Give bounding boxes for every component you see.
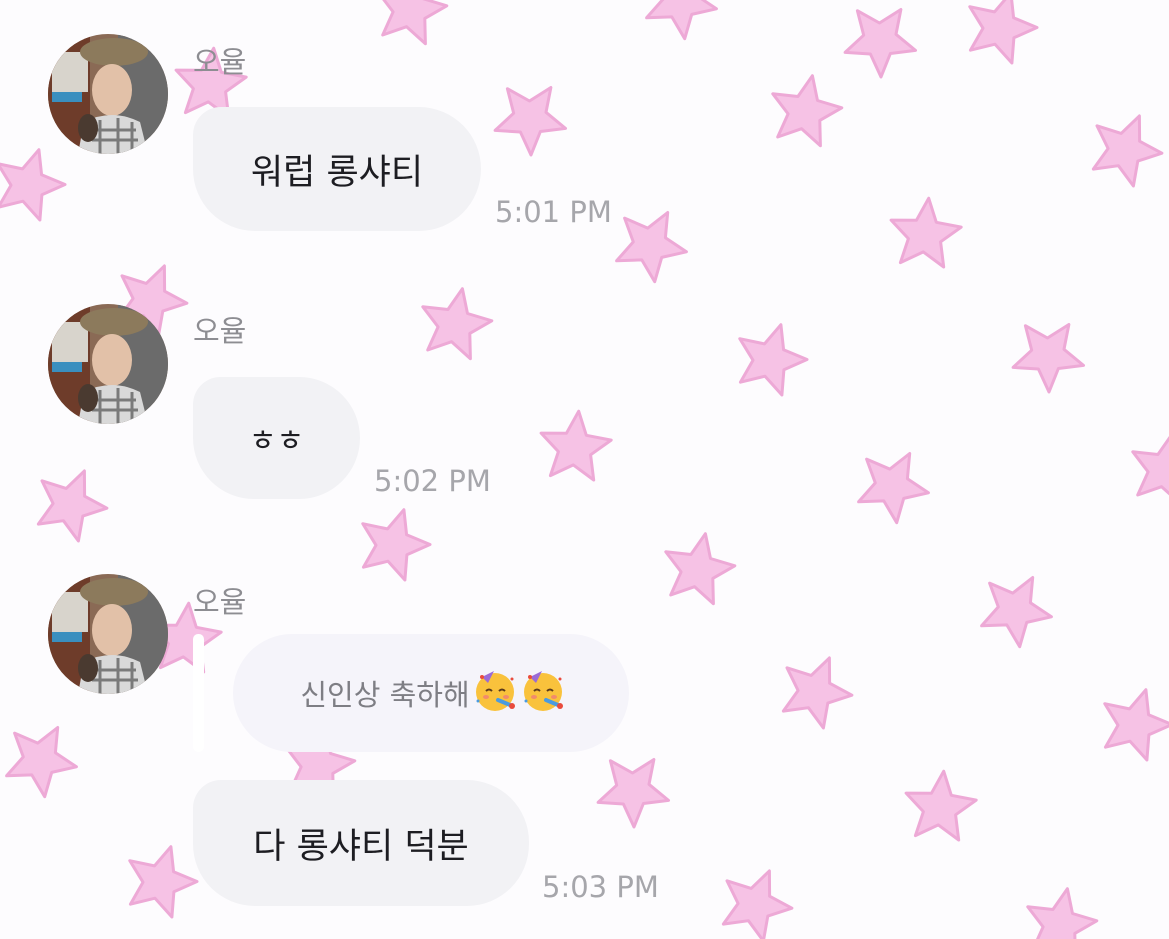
star-icon <box>968 0 1039 65</box>
star-icon <box>843 8 917 79</box>
star-pattern-background <box>0 0 1169 939</box>
star-icon <box>980 576 1053 649</box>
star-icon <box>1131 435 1169 497</box>
star-icon <box>5 726 78 799</box>
star-icon <box>664 532 737 606</box>
star-icon <box>721 869 794 939</box>
star-icon <box>1103 688 1169 762</box>
message-bubble[interactable]: ㅎㅎ <box>193 377 360 499</box>
star-icon <box>128 845 199 919</box>
reply-indicator-bar <box>193 634 204 752</box>
sender-name: 오율 <box>193 585 247 619</box>
star-icon <box>645 0 718 41</box>
replied-message-text: 신인상 축하해 <box>300 678 470 712</box>
star-icon <box>1091 114 1164 188</box>
star-icon <box>381 0 449 46</box>
message-bubble[interactable]: 다 롱샤티 덕분 <box>193 780 529 906</box>
star-icon <box>857 452 930 525</box>
star-icon <box>904 769 978 842</box>
star-icon <box>1011 323 1085 394</box>
message-timestamp: 5:01 PM <box>495 195 612 229</box>
avatar[interactable] <box>48 304 168 424</box>
star-icon <box>361 508 432 582</box>
message-text: 다 롱샤티 덕분 <box>253 826 469 867</box>
star-icon <box>0 148 67 222</box>
star-icon <box>1026 887 1099 939</box>
message-bubble[interactable]: 워럽 롱샤티 <box>193 107 481 231</box>
star-icon <box>771 74 844 148</box>
star-icon <box>738 323 809 397</box>
message-text: 워럽 롱샤티 <box>250 152 424 193</box>
star-icon <box>596 758 670 829</box>
star-icon <box>493 86 567 157</box>
replied-message-bubble[interactable]: 신인상 축하해 <box>233 634 629 752</box>
message-timestamp: 5:03 PM <box>542 870 659 904</box>
partying-face-emoji-icon <box>472 667 518 720</box>
star-icon <box>421 287 494 361</box>
message-text: ㅎㅎ <box>248 424 305 459</box>
message-timestamp: 5:02 PM <box>374 464 491 498</box>
star-icon <box>615 211 688 284</box>
star-icon <box>36 469 109 543</box>
sender-name: 오율 <box>193 45 247 79</box>
sender-name: 오율 <box>193 314 247 348</box>
star-icon <box>539 409 613 482</box>
partying-face-emoji-icon <box>520 667 566 720</box>
avatar[interactable] <box>48 574 168 694</box>
avatar[interactable] <box>48 34 168 154</box>
star-icon <box>889 196 963 269</box>
star-icon <box>781 656 854 730</box>
